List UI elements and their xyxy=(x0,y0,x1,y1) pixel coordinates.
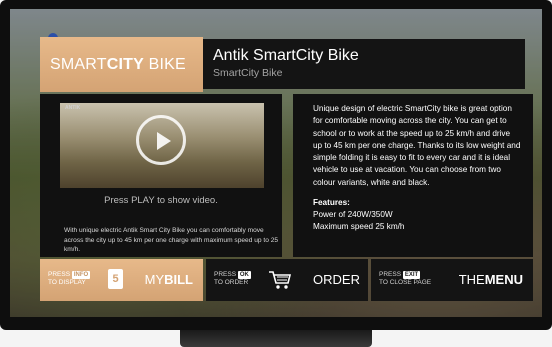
label-bold: MENU xyxy=(484,272,523,287)
hint-action: TO DISPLAY xyxy=(48,279,86,286)
order-button[interactable]: PRESS OK TO ORDER ORDER xyxy=(206,259,368,301)
label-thin: MY xyxy=(144,272,165,287)
brand-suffix: BIKE xyxy=(143,56,186,73)
ok-key-badge: OK xyxy=(237,271,251,279)
description-panel: Unique design of electric SmartCity bike… xyxy=(293,94,533,257)
tv-frame: SMARTCITY BIKE Antik SmartCity Bike Smar… xyxy=(0,0,552,330)
play-icon[interactable] xyxy=(157,132,171,150)
feature-item: Power of 240W/350W xyxy=(313,210,393,220)
my-bill-button[interactable]: PRESS INFO TO DISPLAY 5 MYBILL xyxy=(40,259,203,301)
bill-hint: PRESS INFO TO DISPLAY xyxy=(48,271,91,287)
label-thin: THE xyxy=(458,272,485,287)
feature-item: Maximum speed 25 km/h xyxy=(313,222,405,232)
short-description: With unique electric Antik Smart City Bi… xyxy=(64,227,279,253)
hint-press: PRESS xyxy=(379,271,402,278)
brand-tile: SMARTCITY BIKE xyxy=(40,37,203,92)
page-subtitle: SmartCity Bike xyxy=(213,67,283,79)
hint-press: PRESS xyxy=(214,271,237,278)
features-heading: Features: xyxy=(313,198,350,208)
tv-screen: SMARTCITY BIKE Antik SmartCity Bike Smar… xyxy=(10,9,542,317)
my-bill-label: MYBILL xyxy=(145,272,193,287)
bill-icon: 5 xyxy=(108,269,123,289)
shopping-cart-icon xyxy=(269,271,292,289)
hint-action: TO CLOSE PAGE xyxy=(379,279,432,286)
menu-hint: PRESS EXIT TO CLOSE PAGE xyxy=(379,271,431,287)
video-caption: Press PLAY to show video. xyxy=(104,195,218,206)
bottom-action-bar: PRESS INFO TO DISPLAY 5 MYBILL PRESS OK … xyxy=(40,259,533,301)
info-key-badge: INFO xyxy=(71,271,91,279)
the-menu-label: THEMENU xyxy=(459,272,523,287)
the-menu-button[interactable]: PRESS EXIT TO CLOSE PAGE THEMENU xyxy=(371,259,533,301)
video-player[interactable]: ANTIK xyxy=(60,103,264,188)
brand-prefix: SMART xyxy=(50,56,107,73)
header-panel: Antik SmartCity Bike SmartCity Bike xyxy=(203,39,525,89)
order-label: ORDER xyxy=(313,272,360,287)
brand-highlight: CITY xyxy=(106,56,144,73)
video-logo: ANTIK xyxy=(65,105,81,111)
exit-key-badge: EXIT xyxy=(402,271,421,279)
tv-stand xyxy=(180,330,372,347)
hint-action: TO ORDER xyxy=(214,279,249,286)
label-bold: BILL xyxy=(164,272,193,287)
hint-press: PRESS xyxy=(48,271,71,278)
long-description: Unique design of electric SmartCity bike… xyxy=(313,104,521,187)
order-hint: PRESS OK TO ORDER xyxy=(214,271,251,287)
media-panel: ANTIK Press PLAY to show video. With uni… xyxy=(40,94,282,257)
page-title: Antik SmartCity Bike xyxy=(213,47,359,64)
